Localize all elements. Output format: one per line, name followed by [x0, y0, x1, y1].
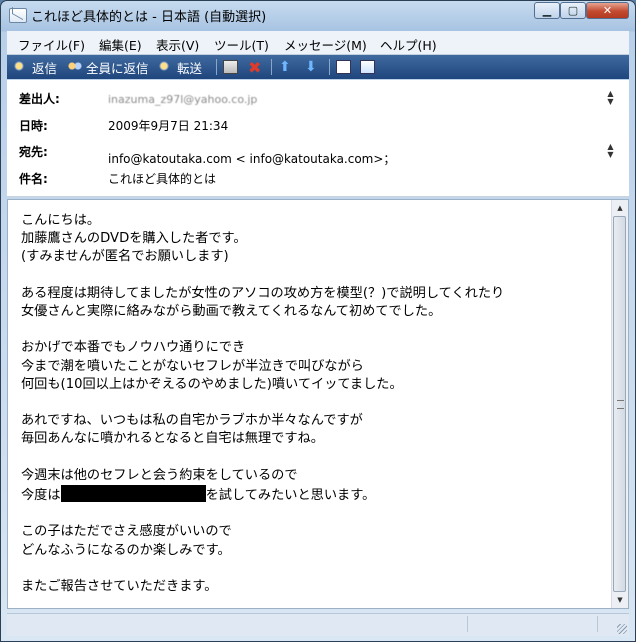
print-button[interactable]: [223, 58, 241, 76]
status-cell: [467, 616, 598, 632]
close-button[interactable]: ✕: [586, 2, 629, 19]
menu-bar: ファイル(F) 編集(E) 表示(V) ツール(T) メッセージ(M) ヘルプ(…: [7, 31, 629, 55]
reply-all-button[interactable]: 全員に返信: [68, 58, 149, 76]
scroll-down-arrow[interactable]: ▼: [612, 592, 628, 608]
body-line: 女優さんと実際に絡みながら動画で教えてくれるなんて初めてでした。: [21, 304, 442, 320]
reply-all-label: 全員に返信: [86, 60, 149, 76]
vertical-scrollbar[interactable]: ▲ ▼: [611, 200, 628, 608]
subject-label: 件名:: [19, 172, 48, 186]
menu-file[interactable]: ファイル(F): [18, 35, 85, 54]
to-scroll-arrows[interactable]: ▲ ▼: [606, 143, 615, 159]
delete-button[interactable]: ✖: [248, 57, 262, 77]
body-line: この子はただでさえ感度がいいので: [21, 524, 232, 540]
redacted-line-prefix: 今度は: [21, 488, 61, 504]
window-title: これほど具体的とは - 日本語 (自動選択): [31, 10, 267, 25]
previous-icon: ⬆: [279, 59, 291, 75]
redacted-line-suffix: を試してみたいと思います。: [205, 488, 376, 504]
redaction-block: [60, 485, 206, 503]
subject-value: これほど具体的とは: [108, 172, 217, 186]
scroll-up-arrow[interactable]: ▲: [612, 200, 628, 216]
reply-icon: [14, 60, 29, 74]
next-button[interactable]: ⬇: [305, 58, 317, 76]
grip-icon: [617, 400, 624, 409]
body-line: 今まで潮を噴いたことがないセフレが半泣きで叫びながら: [21, 358, 364, 374]
body-line: おかげで本番でもノウハウ通りにでき: [21, 340, 246, 356]
reply-button[interactable]: 返信: [14, 58, 57, 76]
toolbar: 返信 全員に返信 転送 ✖ ⬆ ⬇: [7, 55, 629, 79]
toolbar-separator: [271, 59, 272, 75]
contact-card-icon: [336, 60, 351, 74]
reply-all-icon: [68, 60, 83, 74]
reply-label: 返信: [32, 60, 58, 76]
contact-card-button[interactable]: [336, 58, 354, 76]
menu-view[interactable]: 表示(V): [156, 35, 199, 54]
status-cell: [7, 616, 468, 632]
to-label: 宛先:: [19, 145, 48, 159]
minimize-button[interactable]: ▁: [534, 2, 560, 19]
body-line: 今週末は他のセフレと会う約束をしているので: [21, 467, 298, 483]
mail-icon: [9, 8, 27, 23]
menu-message[interactable]: メッセージ(M): [284, 35, 367, 54]
mail-window: これほど具体的とは - 日本語 (自動選択) ▁ ▢ ✕ ファイル(F) 編集(…: [0, 0, 636, 642]
print-icon: [223, 60, 238, 74]
message-body: こんにちは。 加藤鷹さんのDVDを購入した者です。 (すみませんが匿名でお願いし…: [21, 212, 606, 596]
from-scroll-arrows[interactable]: ▲ ▼: [606, 90, 615, 106]
delete-icon: ✖: [248, 57, 262, 77]
date-value: 2009年9月7日 21:34: [108, 119, 229, 133]
forward-button[interactable]: 転送: [159, 58, 202, 76]
toolbar-separator: [216, 59, 217, 75]
body-line: 何回も(10回以上はかぞえるのやめました)噴いてイッてました。: [21, 376, 403, 392]
date-label: 日時:: [19, 119, 48, 133]
from-value[interactable]: inazuma_z97l@yahoo.co.jp: [108, 93, 257, 106]
scroll-thumb[interactable]: [613, 216, 626, 592]
next-icon: ⬇: [305, 59, 317, 75]
toolbar-separator: [329, 59, 330, 75]
forward-icon: [159, 60, 174, 74]
previous-button[interactable]: ⬆: [279, 58, 291, 76]
menu-edit[interactable]: 編集(E): [99, 35, 142, 54]
address-book-icon: [360, 60, 375, 74]
body-line: 加藤鷹さんのDVDを購入した者です。: [21, 231, 247, 247]
forward-label: 転送: [177, 60, 203, 76]
resize-grip-icon[interactable]: [617, 624, 627, 634]
body-line: あれですね、いつもは私の自宅かラブホか半々なんですが: [21, 413, 363, 429]
menu-tools[interactable]: ツール(T): [214, 35, 269, 54]
to-value[interactable]: info@katoutaka.com < info@katoutaka.com>…: [108, 150, 395, 167]
body-line: またご報告させていただきます。: [21, 579, 218, 595]
body-line: どんなふうになるのか楽しみです。: [21, 542, 231, 558]
body-line: (すみませんが匿名でお願いします): [21, 249, 229, 265]
menu-help[interactable]: ヘルプ(H): [380, 35, 437, 54]
address-book-button[interactable]: [360, 58, 378, 76]
body-line: 毎回あんなに噴かれるとなると自宅は無理ですね。: [21, 431, 324, 447]
maximize-button[interactable]: ▢: [560, 2, 586, 19]
from-label: 差出人:: [19, 92, 60, 106]
message-header: 差出人: inazuma_z97l@yahoo.co.jp ▲ ▼ 日時: 200…: [7, 80, 629, 197]
message-body-pane[interactable]: こんにちは。 加藤鷹さんのDVDを購入した者です。 (すみませんが匿名でお願いし…: [7, 199, 629, 609]
status-bar: [7, 613, 629, 636]
body-line: ある程度は期待してましたが女性のアソコの攻め方を模型(？)で説明してくれたり: [21, 285, 505, 301]
title-bar[interactable]: これほど具体的とは - 日本語 (自動選択) ▁ ▢ ✕: [1, 1, 635, 31]
body-line: こんにちは。: [21, 213, 101, 228]
